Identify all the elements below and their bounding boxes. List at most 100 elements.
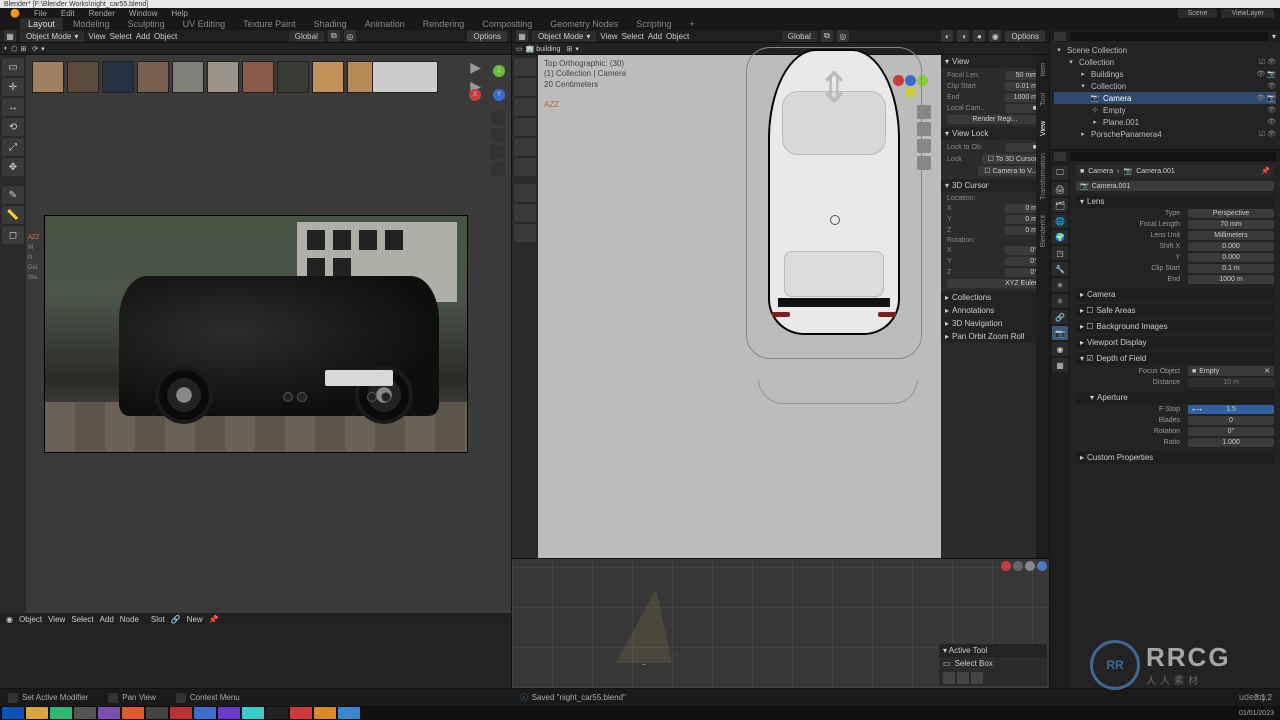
- hdr-object[interactable]: Object: [154, 32, 177, 41]
- hdr-add[interactable]: Add: [136, 32, 150, 41]
- restrict-toggle[interactable]: ☑: [1259, 58, 1265, 66]
- prop-tab-render[interactable]: 🖵: [1052, 166, 1068, 180]
- scene-dropdown[interactable]: Scene: [1178, 9, 1218, 18]
- tool-select[interactable]: ▭: [2, 58, 24, 76]
- pan-icon[interactable]: [491, 128, 505, 142]
- ntab-tool[interactable]: Tool: [1040, 89, 1047, 110]
- ned-obj[interactable]: Object: [19, 615, 42, 624]
- taskbar-app[interactable]: [170, 707, 192, 719]
- sec-safe-areas[interactable]: ▸ ☐ Safe Areas: [1076, 304, 1274, 317]
- eye-icon[interactable]: 👁: [1267, 82, 1276, 90]
- taskbar-app[interactable]: [74, 707, 96, 719]
- tool-transform[interactable]: [514, 158, 536, 176]
- asset-thumb[interactable]: [137, 61, 169, 93]
- tool-move[interactable]: [514, 98, 536, 116]
- lens-type-dd[interactable]: Perspective: [1188, 209, 1274, 218]
- camtoview-check[interactable]: ☐ Camera to V...: [978, 166, 1043, 176]
- taskbar-app[interactable]: [242, 707, 264, 719]
- hdr-select[interactable]: Select: [110, 32, 132, 41]
- ntab-transform[interactable]: Transformation: [1040, 149, 1047, 204]
- outliner-scene-collection[interactable]: ▾Scene Collection: [1054, 44, 1276, 56]
- sec-lens[interactable]: ▾ Lens: [1076, 195, 1274, 208]
- tool-scale[interactable]: ⤢: [2, 138, 24, 156]
- taskbar-app[interactable]: [290, 707, 312, 719]
- left-viewport[interactable]: ▭ ✛ ↔ ⟲ ⤢ ✥ ✎ 📏 ◻: [0, 55, 511, 613]
- eye-icon[interactable]: 👁: [1267, 58, 1276, 66]
- ned-new[interactable]: New: [187, 615, 203, 624]
- outliner-empty[interactable]: ⊹Empty👁: [1054, 104, 1276, 116]
- overlay2-icon[interactable]: ▾: [41, 45, 45, 53]
- shading-mode-icon[interactable]: ◑: [957, 30, 969, 42]
- asset-thumb[interactable]: [242, 61, 274, 93]
- to3d-check[interactable]: ☐ To 3D Cursor: [982, 154, 1043, 164]
- shading-ball-icon[interactable]: [1025, 561, 1035, 571]
- clock[interactable]: 01/01/2023: [1239, 710, 1278, 717]
- mode-dropdown[interactable]: Object Mode ▾: [532, 31, 596, 42]
- snap-icon[interactable]: ⧉: [821, 30, 833, 42]
- editor-type-icon[interactable]: ▦: [4, 30, 16, 42]
- prop-tab-particles[interactable]: ✳: [1052, 278, 1068, 292]
- tool-cursor[interactable]: ✛: [2, 78, 24, 96]
- eye-icon[interactable]: 👁: [1267, 130, 1276, 138]
- sec-viewlock[interactable]: ▾ View Lock: [941, 127, 1049, 140]
- tool-addcube[interactable]: ◻: [2, 226, 24, 244]
- tab-geonodes[interactable]: Geometry Nodes: [542, 18, 626, 30]
- options-popover[interactable]: Options: [467, 31, 507, 42]
- ned-link-icon[interactable]: 🔗: [171, 615, 181, 624]
- tab-scripting[interactable]: Scripting: [628, 18, 679, 30]
- sec-active-tool[interactable]: ▾ Active Tool: [939, 644, 1047, 657]
- tool-select[interactable]: [514, 58, 536, 76]
- proportional-icon[interactable]: ◎: [837, 30, 849, 42]
- ned-slot[interactable]: Slot: [151, 615, 165, 624]
- filter-icon[interactable]: ▾: [1272, 32, 1276, 41]
- prop-tab-constraint[interactable]: 🔗: [1052, 310, 1068, 324]
- drag-mode-icon[interactable]: [943, 672, 955, 684]
- overlay-icon[interactable]: ⊞: [20, 45, 26, 53]
- asset-thumb[interactable]: [277, 61, 309, 93]
- sec-bg-images[interactable]: ▸ ☐ Background Images: [1076, 320, 1274, 333]
- orbit-gizmo[interactable]: X Z Y: [469, 65, 507, 103]
- eye-icon[interactable]: 👁: [1256, 94, 1265, 102]
- persp-icon[interactable]: [491, 162, 505, 176]
- zoom-icon[interactable]: [491, 111, 505, 125]
- tab-uv[interactable]: UV Editing: [175, 18, 234, 30]
- editor-type-icon[interactable]: [1054, 32, 1066, 41]
- blades-field[interactable]: 0: [1188, 416, 1274, 425]
- gizmo-toggle-icon[interactable]: ⟳: [32, 45, 38, 53]
- render-icon[interactable]: 📷: [1267, 94, 1276, 102]
- asset-thumb[interactable]: [312, 61, 344, 93]
- prop-tab-scene[interactable]: 🌐: [1052, 214, 1068, 228]
- tool-addcube[interactable]: [514, 224, 536, 242]
- outliner-porsche[interactable]: ▸PorschePanamera4☑👁: [1054, 128, 1276, 140]
- taskbar-app[interactable]: [122, 707, 144, 719]
- focus-object-picker[interactable]: ■ Empty✕: [1188, 366, 1274, 376]
- tool-measure[interactable]: [514, 204, 536, 222]
- editor-type-icon[interactable]: ▦: [516, 30, 528, 42]
- select-mode-icon[interactable]: ▭: [516, 45, 523, 53]
- sec-aperture[interactable]: ▾ Aperture: [1076, 391, 1274, 404]
- mid-viewport-bottom[interactable]: ▾ Active Tool ▭Select Box: [512, 558, 1049, 688]
- overlay-icon[interactable]: ⊞: [566, 45, 572, 53]
- ned-pin-icon[interactable]: 📌: [209, 615, 219, 624]
- shading-ball-icon[interactable]: [1013, 561, 1023, 571]
- eye-icon[interactable]: 👁: [1256, 70, 1265, 78]
- camera-datablock[interactable]: 📷 Camera.001: [1076, 181, 1274, 191]
- taskbar-app[interactable]: [50, 707, 72, 719]
- tool-cursor[interactable]: [514, 78, 536, 96]
- taskbar-blender[interactable]: [314, 707, 336, 719]
- mid-viewport-top[interactable]: Top Orthographic: (30) (1) Collection | …: [512, 55, 1049, 558]
- sec-annotations[interactable]: ▸ Annotations: [941, 304, 1049, 317]
- prop-tab-output[interactable]: 🖨: [1052, 182, 1068, 196]
- outliner-buildings[interactable]: ▸Buildings👁📷: [1054, 68, 1276, 80]
- start-button[interactable]: [2, 707, 24, 719]
- tab-shading[interactable]: Shading: [306, 18, 355, 30]
- taskbar-app[interactable]: [146, 707, 168, 719]
- mode-dropdown[interactable]: Object Mode ▾: [20, 31, 84, 42]
- taskbar-app[interactable]: [266, 707, 288, 719]
- shading-mode-icon[interactable]: ◉: [989, 30, 1001, 42]
- prop-tab-data-camera[interactable]: 📷: [1052, 326, 1068, 340]
- snap-icon[interactable]: ⧉: [328, 30, 340, 42]
- eye-icon[interactable]: 👁: [1267, 118, 1276, 126]
- tool-measure[interactable]: 📏: [2, 206, 24, 224]
- asset-wide-thumb[interactable]: [372, 61, 438, 93]
